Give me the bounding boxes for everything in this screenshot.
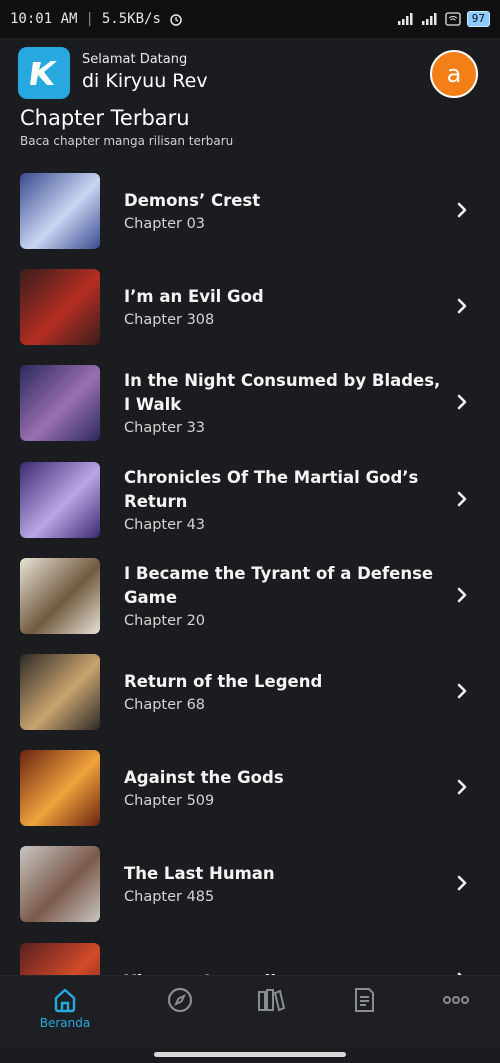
list-item-text: I Became the Tyrant of a Defense Game Cha… (124, 549, 444, 645)
chevron-right-icon[interactable] (452, 200, 472, 220)
list-item[interactable]: The Last Human Chapter 485 (0, 837, 500, 933)
more-icon (443, 996, 469, 1004)
nav-explore[interactable] (145, 986, 215, 1042)
list-item-text: Chronicles Of The Martial God’s Return Ch… (124, 453, 444, 549)
list-item-text: Return of the Legend Chapter 68 (124, 645, 444, 741)
list-item[interactable]: I’m an Evil God Chapter 308 (0, 260, 500, 356)
list-item-text: I’m an Evil God Chapter 308 (124, 260, 444, 356)
list-item-text: Against the Gods Chapter 509 (124, 741, 444, 837)
chapter-number: Chapter 03 (124, 216, 206, 232)
chevron-right-icon[interactable] (452, 392, 472, 412)
list-item[interactable]: Chronicles Of The Martial God’s Return Ch… (0, 453, 500, 549)
home-icon (54, 988, 76, 1013)
signal-icon (397, 13, 413, 25)
chapter-number: Chapter 68 (124, 697, 206, 713)
nav-more[interactable] (421, 986, 491, 1042)
chapter-number: Chapter 485 (124, 889, 215, 906)
manga-title: I’m an Evil God (124, 287, 264, 307)
chapter-list: Demons’ Crest Chapter 03 I’m an Evil God Ch… (0, 164, 500, 975)
chevron-right-icon[interactable] (452, 489, 472, 509)
nav-library[interactable] (236, 986, 306, 1042)
list-item-text: Xianzun Luowuji (124, 934, 444, 975)
chevron-right-icon[interactable] (452, 681, 472, 701)
chevron-right-icon[interactable] (452, 777, 472, 797)
app-name: di Kiryuu Rev (82, 70, 208, 92)
manga-cover-image (20, 942, 100, 975)
bottom-nav: Beranda (0, 975, 500, 1048)
manga-cover-image (20, 654, 100, 730)
manga-cover-image (20, 269, 100, 346)
kiryuu-logo-icon[interactable] (18, 47, 70, 99)
manga-title: In the Night Consumed by Blades, I Walk (124, 371, 441, 415)
list-item[interactable]: Return of the Legend Chapter 68 (0, 645, 500, 741)
manga-title: Demons’ Crest (124, 191, 261, 210)
avatar[interactable]: a (430, 50, 478, 98)
chevron-right-icon[interactable] (452, 873, 472, 893)
section-title: Chapter Terbaru (20, 106, 190, 130)
wifi-icon (445, 12, 461, 26)
status-network-speed: 5.5KB/s (101, 11, 161, 27)
section-subtitle: Baca chapter manga rilisan terbaru (20, 134, 234, 148)
alarm-icon (170, 14, 182, 26)
chapter-number: Chapter 509 (124, 793, 215, 810)
list-item[interactable]: Demons’ Crest Chapter 03 (0, 164, 500, 260)
manga-cover-image (20, 365, 100, 442)
manga-title: Return of the Legend (124, 672, 323, 691)
manga-title: Against the Gods (124, 768, 284, 788)
nav-history[interactable] (329, 986, 399, 1042)
signal-icon-2 (421, 13, 437, 25)
app-header: Selamat Datang di Kiryuu Rev a (0, 38, 500, 108)
manga-title: The Last Human (124, 864, 275, 884)
list-item-text: Demons’ Crest Chapter 03 (124, 164, 444, 260)
chevron-right-icon[interactable] (452, 585, 472, 605)
manga-cover-image (20, 173, 100, 249)
manga-title: I Became the Tyrant of a Defense Game (124, 563, 434, 607)
avatar-letter: a (446, 60, 462, 88)
list-item-text: In the Night Consumed by Blades, I Walk C… (124, 356, 444, 452)
list-item-text: The Last Human Chapter 485 (124, 837, 444, 933)
list-item[interactable]: In the Night Consumed by Blades, I Walk C… (0, 356, 500, 452)
list-item[interactable]: Against the Gods Chapter 509 (0, 741, 500, 837)
list-item[interactable]: Xianzun Luowuji (0, 934, 500, 975)
manga-cover-image (20, 750, 100, 827)
nav-home[interactable]: Beranda (30, 986, 100, 1042)
home-indicator[interactable] (154, 1052, 346, 1057)
list-item[interactable]: I Became the Tyrant of a Defense Game Cha… (0, 549, 500, 645)
manga-cover-image (20, 557, 100, 634)
manga-cover-image (20, 846, 100, 923)
chapter-number: Chapter 33 (124, 420, 206, 437)
manga-cover-image (20, 461, 100, 538)
history-icon (355, 988, 374, 1012)
library-icon (258, 989, 286, 1012)
chevron-right-icon[interactable] (452, 296, 472, 316)
status-bar: 10:01 AM | 5.5KB/s 97 (0, 0, 500, 38)
chapter-number: Chapter 20 (124, 612, 206, 629)
welcome-text: Selamat Datang (82, 52, 188, 67)
status-time: 10:01 AM (10, 11, 78, 27)
chapter-number: Chapter 308 (124, 312, 215, 329)
chapter-number: Chapter 43 (124, 516, 206, 533)
manga-title: Chronicles Of The Martial God’s Return (124, 467, 419, 511)
nav-home-label: Beranda (39, 1016, 91, 1030)
battery-indicator: 97 (466, 11, 490, 27)
compass-icon (167, 987, 193, 1013)
